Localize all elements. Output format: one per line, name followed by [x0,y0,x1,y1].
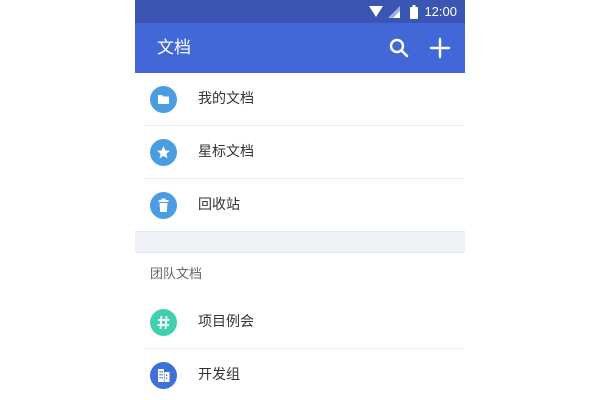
list-item-label: 我的文档 [198,91,254,107]
list-item-label: 回收站 [198,197,240,213]
list-item-label: 项目例会 [198,314,254,330]
hashtag-icon [150,309,177,336]
status-bar: 12:00 [135,0,465,23]
star-icon [150,139,177,166]
team-list: 项目例会 开发组 [135,296,465,400]
search-button[interactable] [386,35,412,61]
search-icon [389,38,409,58]
phone-screen: 12:00 文档 我的文档 星标文档 回收站 团队文档 项目例会 开发组 [135,0,465,400]
page-title: 文档 [157,38,191,58]
battery-icon [410,5,418,19]
folder-icon [150,86,177,113]
section-separator [135,231,465,253]
list-item-my-docs[interactable]: 我的文档 [135,73,465,126]
signal-icon [388,6,400,18]
list-item-project-meeting[interactable]: 项目例会 [135,296,465,349]
add-button[interactable] [427,35,453,61]
list-item-dev-group[interactable]: 开发组 [135,349,465,400]
wifi-icon [369,6,383,17]
building-icon [150,362,177,389]
section-header-team-docs: 团队文档 [150,267,203,282]
app-bar: 文档 [135,23,465,73]
list-item-starred-docs[interactable]: 星标文档 [135,126,465,179]
list-item-label: 开发组 [198,367,240,383]
add-icon [429,37,451,59]
main-list: 我的文档 星标文档 回收站 [135,73,465,232]
status-time: 12:00 [424,4,457,19]
list-item-label: 星标文档 [198,144,254,160]
trash-icon [150,192,177,219]
list-item-trash[interactable]: 回收站 [135,179,465,232]
